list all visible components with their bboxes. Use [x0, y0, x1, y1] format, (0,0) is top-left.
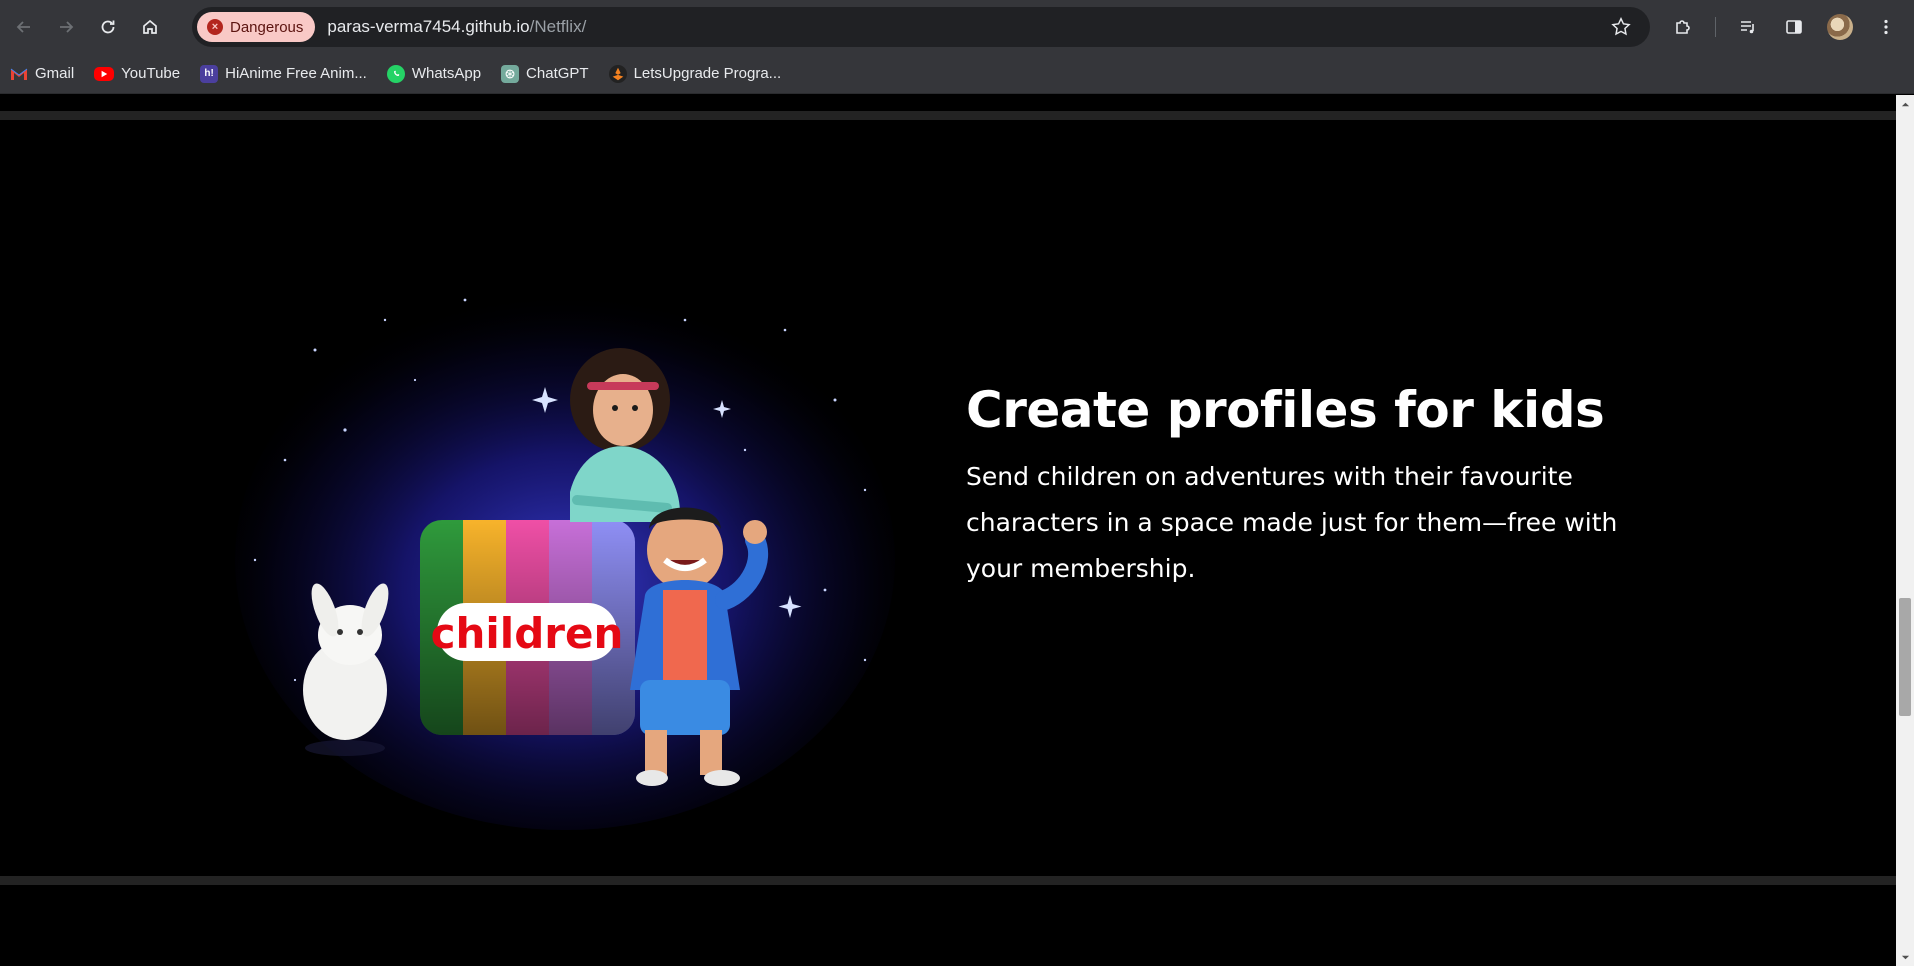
danger-icon: × — [207, 19, 223, 35]
side-panel-button[interactable] — [1776, 9, 1812, 45]
bookmark-label: LetsUpgrade Progra... — [633, 65, 782, 82]
scrollbar-thumb[interactable] — [1899, 598, 1911, 716]
bookmark-label: HiAnime Free Anim... — [225, 65, 367, 82]
extensions-button[interactable] — [1665, 9, 1701, 45]
section-divider — [0, 111, 1896, 120]
toolbar-actions — [1665, 9, 1904, 45]
forward-button[interactable] — [48, 9, 84, 45]
menu-button[interactable] — [1868, 9, 1904, 45]
media-control-button[interactable] — [1730, 9, 1766, 45]
triangle-down-icon — [1901, 955, 1909, 959]
bookmark-hianime[interactable]: h! HiAnime Free Anim... — [200, 64, 367, 83]
children-logo-text: children — [431, 609, 624, 658]
reload-button[interactable] — [90, 9, 126, 45]
bookmark-label: Gmail — [35, 65, 75, 82]
side-panel-icon — [1786, 20, 1802, 34]
bookmarks-bar: Gmail YouTube h! HiAnime Free Anim... Wh… — [0, 54, 1914, 94]
letsupgrade-icon — [608, 64, 627, 83]
bookmark-gmail[interactable]: Gmail — [10, 65, 74, 83]
address-bar[interactable]: × Dangerous paras-verma7454.github.io/Ne… — [192, 7, 1650, 47]
page-scrollbar[interactable] — [1896, 95, 1914, 966]
url-host: paras-verma7454.github.io — [327, 17, 530, 36]
bookmark-whatsapp[interactable]: WhatsApp — [386, 64, 482, 83]
home-icon — [143, 19, 157, 34]
reload-icon — [101, 20, 115, 34]
bookmark-letsupgrade[interactable]: LetsUpgrade Progra... — [608, 64, 782, 83]
url-path: /Netflix/ — [529, 17, 587, 36]
triangle-up-icon — [1901, 102, 1909, 106]
home-button[interactable] — [132, 9, 168, 45]
scroll-down-button[interactable] — [1896, 950, 1914, 964]
profile-button[interactable] — [1822, 9, 1858, 45]
hianime-icon: h! — [200, 64, 219, 83]
kids-profile-illustration: children — [235, 290, 895, 830]
page-viewport: children Create profiles for kids Send c… — [0, 95, 1896, 966]
browser-toolbar: × Dangerous paras-verma7454.github.io/Ne… — [0, 0, 1914, 54]
arrow-left-icon — [16, 21, 30, 33]
scroll-up-button[interactable] — [1896, 97, 1914, 111]
bookmark-label: ChatGPT — [526, 65, 589, 82]
whatsapp-icon — [386, 64, 405, 83]
back-button[interactable] — [6, 9, 42, 45]
playlist-icon — [1741, 21, 1754, 34]
avatar — [1827, 14, 1853, 40]
bookmark-label: WhatsApp — [411, 65, 482, 82]
bookmark-youtube[interactable]: YouTube — [94, 65, 180, 82]
toolbar-separator — [1715, 17, 1716, 37]
section-divider — [0, 876, 1896, 885]
feature-heading: Create profiles for kids — [966, 381, 1605, 439]
bookmark-chatgpt[interactable]: ChatGPT — [501, 64, 589, 83]
feature-text-block: Create profiles for kids Send children o… — [966, 380, 1626, 592]
security-status-chip[interactable]: × Dangerous — [197, 12, 316, 42]
security-status-label: Dangerous — [230, 18, 304, 36]
gmail-icon — [10, 65, 28, 83]
puzzle-icon — [1676, 20, 1690, 34]
chatgpt-icon — [501, 64, 520, 83]
kebab-menu-icon — [1884, 19, 1888, 35]
youtube-icon — [94, 66, 115, 81]
bookmark-label: YouTube — [121, 65, 181, 82]
arrow-right-icon — [60, 21, 74, 33]
feature-description: Send children on adventures with their f… — [966, 462, 1618, 583]
bookmark-star-icon[interactable] — [1610, 16, 1632, 38]
url-text[interactable]: paras-verma7454.github.io/Netflix/ — [327, 17, 586, 37]
